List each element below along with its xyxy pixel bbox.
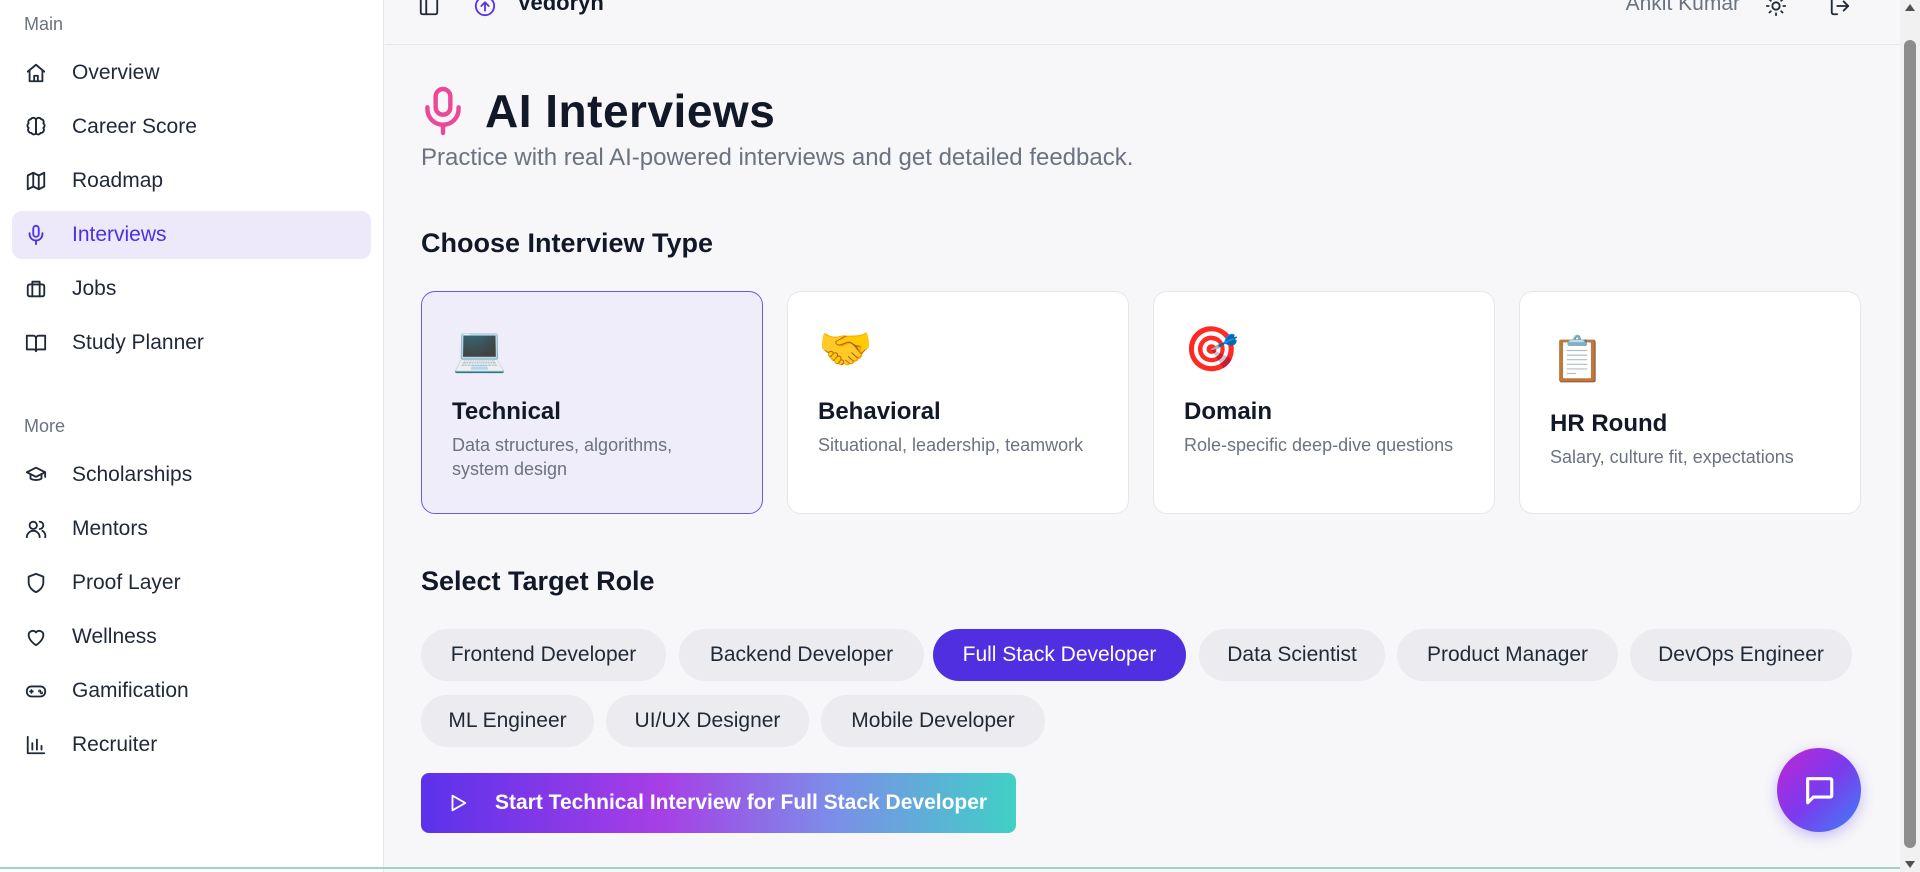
page-subtitle: Practice with real AI-powered interviews… xyxy=(421,144,1134,171)
target-icon: 🎯 xyxy=(1184,325,1239,374)
interview-type-hr-round[interactable]: 📋 HR Round Salary, culture fit, expectat… xyxy=(1519,291,1861,514)
sidebar-item-mentors[interactable]: Mentors xyxy=(12,505,371,553)
heart-icon xyxy=(24,625,48,649)
target-role-heading: Select Target Role xyxy=(421,566,655,596)
chat-icon xyxy=(1806,777,1834,805)
sidebar-item-label: Roadmap xyxy=(72,169,164,192)
role-chip-ml-engineer[interactable]: ML Engineer xyxy=(421,695,594,747)
scroll-up-arrow-icon[interactable] xyxy=(1905,4,1915,11)
users-icon xyxy=(24,517,48,541)
sidebar-item-label: Interviews xyxy=(72,223,167,246)
user-name[interactable]: Ankit Kumar xyxy=(1626,0,1740,16)
role-chip-devops-engineer[interactable]: DevOps Engineer xyxy=(1630,629,1852,681)
sidebar-item-gamification[interactable]: Gamification xyxy=(12,667,371,715)
shield-icon xyxy=(24,571,48,595)
role-chip-data-scientist[interactable]: Data Scientist xyxy=(1199,629,1385,681)
chat-button[interactable] xyxy=(1777,748,1861,832)
page-title: AI Interviews xyxy=(485,85,776,137)
clipboard-icon: 📋 xyxy=(1550,335,1605,384)
scroll-down-arrow-icon[interactable] xyxy=(1905,861,1915,868)
sidebar-item-roadmap[interactable]: Roadmap xyxy=(12,157,371,205)
card-title: Domain xyxy=(1184,398,1273,425)
page-scrollbar[interactable] xyxy=(1900,0,1920,872)
book-icon xyxy=(24,331,48,355)
interview-type-technical[interactable]: 💻 Technical Data structures, algorithms,… xyxy=(421,291,763,514)
gamepad-icon xyxy=(24,679,48,703)
graduation-cap-icon xyxy=(24,463,48,487)
sidebar-item-label: Recruiter xyxy=(72,733,158,756)
role-chip-frontend-developer[interactable]: Frontend Developer xyxy=(421,629,666,681)
top-bar: Vedoryn Ankit Kumar xyxy=(385,0,1900,45)
interview-type-domain[interactable]: 🎯 Domain Role-specific deep-dive questio… xyxy=(1153,291,1495,514)
brand-name[interactable]: Vedoryn xyxy=(517,0,604,16)
sidebar-item-label: Wellness xyxy=(72,625,157,648)
page-header: AI Interviews xyxy=(421,84,775,138)
sidebar-item-label: Jobs xyxy=(72,277,117,300)
sidebar-item-recruiter[interactable]: Recruiter xyxy=(12,721,371,769)
role-chip-product-manager[interactable]: Product Manager xyxy=(1397,629,1618,681)
logo-icon xyxy=(473,0,497,18)
sidebar-item-study-planner[interactable]: Study Planner xyxy=(12,319,371,367)
sidebar-item-label: Career Score xyxy=(72,115,197,138)
main-content: AI Interviews Practice with real AI-powe… xyxy=(385,46,1900,872)
sidebar-item-label: Mentors xyxy=(72,517,148,540)
card-title: Technical xyxy=(452,398,561,425)
card-description: Data structures, algorithms, system desi… xyxy=(452,435,673,479)
play-icon xyxy=(447,792,469,814)
start-interview-label: Start Technical Interview for Full Stack… xyxy=(495,791,988,814)
sun-icon[interactable] xyxy=(1764,0,1788,18)
logout-icon[interactable] xyxy=(1828,0,1852,18)
sidebar-section-more: More xyxy=(24,416,66,436)
sidebar-item-label: Gamification xyxy=(72,679,189,702)
sidebar-item-jobs[interactable]: Jobs xyxy=(12,265,371,313)
card-description: Role-specific deep-dive questions xyxy=(1184,435,1454,455)
card-title: HR Round xyxy=(1550,410,1668,437)
start-interview-button[interactable]: Start Technical Interview for Full Stack… xyxy=(421,773,1016,833)
card-title: Behavioral xyxy=(818,398,941,425)
bar-chart-icon xyxy=(24,733,48,757)
role-chip-ui-ux-designer[interactable]: UI/UX Designer xyxy=(606,695,809,747)
role-chip-mobile-developer[interactable]: Mobile Developer xyxy=(821,695,1045,747)
microphone-icon xyxy=(421,85,465,137)
sidebar-item-label: Study Planner xyxy=(72,331,204,354)
sidebar: Main Overview Career Score Roadmap Inter… xyxy=(0,0,384,872)
sidebar-item-label: Proof Layer xyxy=(72,571,181,594)
sidebar-item-label: Scholarships xyxy=(72,463,193,486)
sidebar-item-overview[interactable]: Overview xyxy=(12,49,371,97)
role-chip-backend-developer[interactable]: Backend Developer xyxy=(679,629,924,681)
scrollbar-thumb[interactable] xyxy=(1904,40,1916,848)
map-icon xyxy=(24,169,48,193)
mic-icon xyxy=(24,223,48,247)
sidebar-toggle-icon[interactable] xyxy=(417,0,441,18)
sidebar-item-proof-layer[interactable]: Proof Layer xyxy=(12,559,371,607)
sidebar-item-scholarships[interactable]: Scholarships xyxy=(12,451,371,499)
sidebar-section-main: Main xyxy=(24,14,64,34)
interview-type-behavioral[interactable]: 🤝 Behavioral Situational, leadership, te… xyxy=(787,291,1129,514)
briefcase-icon xyxy=(24,277,48,301)
sidebar-item-wellness[interactable]: Wellness xyxy=(12,613,371,661)
role-chip-full-stack-developer[interactable]: Full Stack Developer xyxy=(933,629,1186,681)
sidebar-item-interviews[interactable]: Interviews xyxy=(12,211,371,259)
home-icon xyxy=(24,61,48,85)
brain-icon xyxy=(24,115,48,139)
sidebar-item-label: Overview xyxy=(72,61,160,84)
card-description: Salary, culture fit, expectations xyxy=(1550,447,1794,467)
laptop-icon: 💻 xyxy=(452,325,507,374)
interview-type-heading: Choose Interview Type xyxy=(421,228,714,258)
sidebar-item-career-score[interactable]: Career Score xyxy=(12,103,371,151)
card-description: Situational, leadership, teamwork xyxy=(818,435,1084,455)
handshake-icon: 🤝 xyxy=(818,325,873,374)
window-bottom-edge xyxy=(0,867,1900,869)
